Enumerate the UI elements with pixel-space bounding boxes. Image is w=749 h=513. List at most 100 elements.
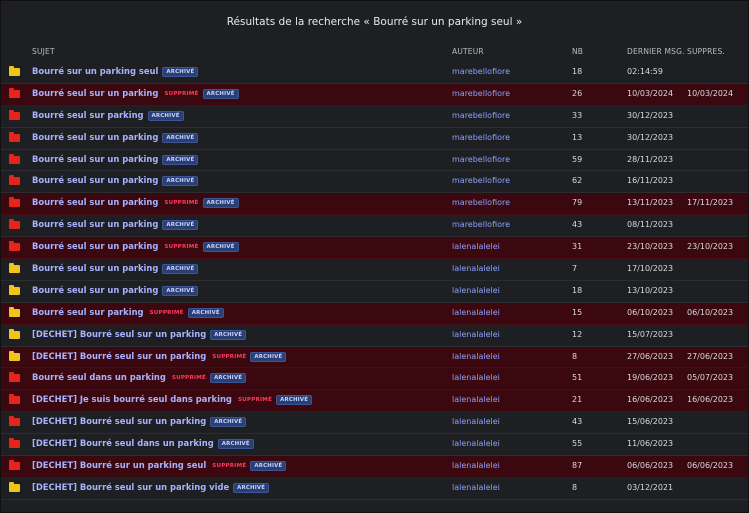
message-count: 51 [572, 373, 583, 383]
deletion-date: 17/11/2023 [687, 198, 734, 208]
topic-link[interactable]: Bourré seul sur un parking [32, 88, 158, 98]
archived-badge: ARCHIVÉ [217, 439, 254, 450]
column-header-deleted[interactable]: SUPPRES. [687, 47, 725, 56]
table-row[interactable]: Bourré seul sur un parking SUPPRIMÉ ARCHIV… [1, 237, 748, 260]
table-row[interactable]: Bourré seul sur un parking ARCHIVÉ lalenal… [1, 259, 748, 281]
topic-cell: Bourré seul sur un parking ARCHIVÉ [32, 154, 199, 165]
topic-link[interactable]: [DECHET] Je suis bourré seul dans parkin… [32, 394, 232, 404]
archived-badge: ARCHIVÉ [162, 264, 199, 275]
deletion-date: 23/10/2023 [687, 242, 734, 252]
last-message-date: 16/06/2023 [627, 395, 674, 405]
topic-cell: Bourré seul sur un parking SUPPRIMÉ ARCHIV… [32, 88, 239, 99]
author-link[interactable]: marebellofiore [452, 176, 510, 185]
author-link[interactable]: lalenalalelei [452, 439, 500, 448]
table-row[interactable]: Bourré seul sur un parking ARCHIVÉ marebel… [1, 215, 748, 238]
author-link[interactable]: lalenalalelei [452, 395, 500, 404]
topic-link[interactable]: Bourré seul sur un parking [32, 175, 158, 185]
topic-link[interactable]: Bourré seul sur un parking [32, 197, 158, 207]
topic-link[interactable]: Bourré seul dans un parking [32, 372, 166, 382]
table-row[interactable]: [DECHET] Je suis bourré seul dans parkin… [1, 390, 748, 413]
column-header-nb[interactable]: NB [572, 47, 583, 56]
author-link[interactable]: marebellofiore [452, 133, 510, 142]
topic-link[interactable]: [DECHET] Bourré seul sur un parking vide [32, 482, 229, 492]
topic-link[interactable]: Bourré seul sur un parking [32, 154, 158, 164]
author-link[interactable]: marebellofiore [452, 111, 510, 120]
topic-link[interactable]: Bourré seul sur un parking [32, 285, 158, 295]
topic-link[interactable]: [DECHET] Bourré seul dans un parking [32, 438, 214, 448]
column-header-author[interactable]: AUTEUR [452, 47, 484, 56]
deleted-badge: SUPPRIMÉ [237, 397, 273, 404]
deletion-date: 06/06/2023 [687, 461, 734, 471]
table-row[interactable]: [DECHET] Bourré seul sur un parking SUPPR… [1, 346, 748, 369]
table-row[interactable]: [DECHET] Bourré sur un parking seul SUPPR… [1, 456, 748, 478]
last-message-date: 28/11/2023 [627, 154, 674, 164]
column-header-last-message[interactable]: DERNIER MSG. [627, 47, 685, 56]
last-message-date: 11/06/2023 [627, 439, 674, 449]
table-row[interactable]: Bourré seul sur un parking SUPPRIMÉ ARCHIV… [1, 83, 748, 106]
author-link[interactable]: lalenalalelei [452, 373, 500, 382]
author-link[interactable]: marebellofiore [452, 67, 510, 76]
folder-icon [9, 175, 20, 186]
deletion-date: 27/06/2023 [687, 351, 734, 361]
topic-link[interactable]: Bourré seul sur parking [32, 307, 144, 317]
table-row[interactable]: [DECHET] Bourré seul sur un parking ARCHI… [1, 412, 748, 435]
topic-cell: Bourré seul sur un parking SUPPRIMÉ ARCHIV… [32, 197, 239, 209]
archived-badge: ARCHIVÉ [202, 198, 239, 209]
table-row[interactable]: Bourré seul dans un parking SUPPRIMÉ ARCHI… [1, 368, 748, 391]
message-count: 7 [572, 264, 578, 274]
table-row[interactable]: Bourré sur un parking seul ARCHIVÉ marebel… [1, 62, 748, 84]
author-link[interactable]: lalenalalelei [452, 286, 500, 295]
author-link[interactable]: lalenalalelei [452, 308, 500, 317]
topic-link[interactable]: [DECHET] Bourré seul sur un parking [32, 351, 206, 361]
message-count: 26 [572, 88, 583, 98]
author-link[interactable]: lalenalalelei [452, 264, 500, 273]
last-message-date: 06/10/2023 [627, 307, 674, 317]
topic-link[interactable]: Bourré sur un parking seul [32, 66, 158, 76]
topic-link[interactable]: Bourré seul sur un parking [32, 132, 158, 142]
topic-link[interactable]: Bourré seul sur un parking [32, 263, 158, 273]
message-count: 21 [572, 395, 583, 405]
table-row[interactable]: [DECHET] Bourré seul dans un parking ARCH… [1, 434, 748, 457]
last-message-date: 06/06/2023 [627, 461, 674, 471]
author-link[interactable]: marebellofiore [452, 220, 510, 229]
table-row[interactable]: Bourré seul sur un parking ARCHIVÉ marebel… [1, 150, 748, 172]
author-link[interactable]: lalenalalelei [452, 483, 500, 492]
table-row[interactable]: [DECHET] Bourré seul sur un parking vide… [1, 478, 748, 500]
topic-link[interactable]: [DECHET] Bourré seul sur un parking [32, 329, 206, 339]
message-count: 59 [572, 154, 583, 164]
folder-icon [9, 460, 20, 471]
folder-icon [9, 372, 20, 383]
topic-link[interactable]: Bourré seul sur parking [32, 110, 144, 120]
table-row[interactable]: Bourré seul sur un parking ARCHIVÉ lalenal… [1, 281, 748, 303]
table-row[interactable]: Bourré seul sur parking ARCHIVÉ marebellof… [1, 106, 748, 128]
author-link[interactable]: lalenalalelei [452, 417, 500, 426]
deleted-badge: SUPPRIMÉ [164, 90, 199, 97]
message-count: 79 [572, 198, 583, 208]
column-header-subject[interactable]: SUJET [32, 47, 55, 56]
author-link[interactable]: marebellofiore [452, 198, 510, 207]
table-row[interactable]: Bourré seul sur parking SUPPRIMÉ ARCHIVÉ la… [1, 302, 748, 325]
deletion-date: 05/07/2023 [687, 373, 734, 383]
topic-cell: Bourré seul dans un parking SUPPRIMÉ ARCHI… [32, 372, 247, 384]
table-row[interactable]: Bourré seul sur un parking ARCHIVÉ marebel… [1, 171, 748, 194]
topic-link[interactable]: Bourré seul sur un parking [32, 241, 158, 251]
topic-link[interactable]: [DECHET] Bourré sur un parking seul [32, 460, 206, 470]
table-row[interactable]: [DECHET] Bourré seul sur un parking ARCHI… [1, 325, 748, 347]
message-count: 8 [572, 482, 578, 492]
table-row[interactable]: Bourré seul sur un parking ARCHIVÉ marebel… [1, 128, 748, 150]
last-message-date: 19/06/2023 [627, 373, 674, 383]
folder-icon [9, 197, 20, 208]
topic-link[interactable]: Bourré seul sur un parking [32, 219, 158, 229]
last-message-date: 10/03/2024 [627, 88, 674, 98]
author-link[interactable]: lalenalalelei [452, 352, 500, 361]
table-row[interactable]: Bourré seul sur un parking SUPPRIMÉ ARCHIV… [1, 193, 748, 216]
last-message-date: 15/07/2023 [627, 329, 674, 339]
author-link[interactable]: lalenalalelei [452, 242, 500, 251]
folder-icon [9, 87, 20, 98]
author-link[interactable]: marebellofiore [452, 155, 510, 164]
folder-icon [9, 66, 20, 76]
author-link[interactable]: lalenalalelei [452, 461, 500, 470]
topic-link[interactable]: [DECHET] Bourré seul sur un parking [32, 416, 206, 426]
author-link[interactable]: marebellofiore [452, 89, 510, 98]
author-link[interactable]: lalenalalelei [452, 330, 500, 339]
